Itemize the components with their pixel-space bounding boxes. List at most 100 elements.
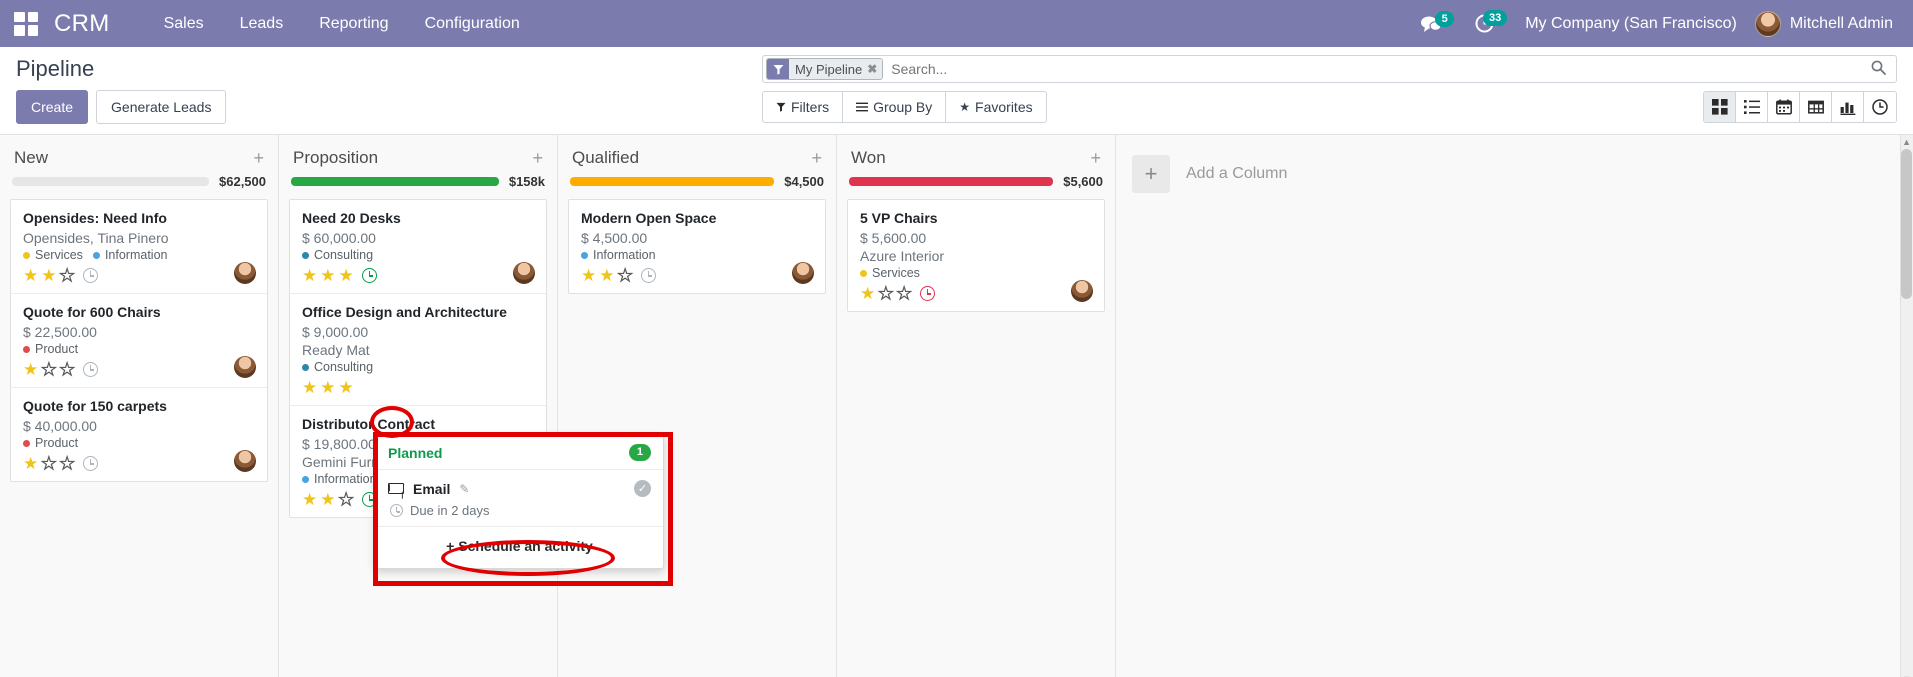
progress-bar[interactable]	[570, 177, 775, 186]
kanban-card[interactable]: Office Design and Architecture $ 9,000.0…	[290, 294, 546, 406]
avatar[interactable]	[792, 262, 814, 284]
star-icon[interactable]: ★	[302, 379, 317, 396]
star-icon[interactable]: ★	[41, 267, 56, 284]
vertical-scrollbar[interactable]: ▲ ▼	[1900, 135, 1913, 677]
generate-leads-button[interactable]: Generate Leads	[96, 90, 227, 124]
graph-view-icon[interactable]	[1832, 92, 1864, 122]
activity-clock-icon[interactable]	[82, 268, 98, 283]
search-icon[interactable]	[1861, 60, 1896, 79]
card-tags: Services	[860, 266, 1092, 280]
column-progress: $4,500	[568, 174, 826, 199]
apps-grid-icon[interactable]	[14, 11, 38, 36]
card-tag: Information	[302, 472, 377, 486]
card-footer: ★ ★ ★	[302, 379, 534, 396]
add-column-zone[interactable]: + Add a Column	[1116, 135, 1287, 193]
activity-clock-icon[interactable]	[361, 268, 377, 283]
control-panel: Pipeline Create Generate Leads My Pipeli…	[0, 47, 1913, 135]
pencil-icon[interactable]: ✎	[459, 482, 469, 496]
column-title: Qualified	[572, 148, 640, 167]
activity-view-icon[interactable]	[1864, 92, 1896, 122]
star-icon[interactable]: ★	[878, 284, 894, 302]
calendar-view-icon[interactable]	[1768, 92, 1800, 122]
star-icon[interactable]: ★	[339, 379, 354, 396]
app-brand-crm[interactable]: CRM	[54, 10, 110, 38]
add-record-icon[interactable]: +	[532, 149, 543, 167]
scrollbar-thumb[interactable]	[1901, 149, 1912, 299]
popover-footer: + Schedule an activity	[376, 527, 663, 568]
pivot-view-icon[interactable]	[1800, 92, 1832, 122]
star-icon[interactable]: ★	[338, 490, 354, 508]
activity-clock-icon[interactable]	[640, 268, 656, 283]
kanban-card[interactable]: Need 20 Desks $ 60,000.00 Consulting ★ ★…	[290, 200, 546, 294]
add-column-icon[interactable]: +	[1132, 155, 1170, 193]
menu-item-configuration[interactable]: Configuration	[407, 9, 538, 39]
kanban-view-icon[interactable]	[1704, 92, 1736, 122]
messages-button[interactable]: 5	[1404, 10, 1458, 34]
search-bar[interactable]: My Pipeline ✖	[762, 55, 1897, 83]
star-icon[interactable]: ★	[320, 491, 335, 508]
star-icon[interactable]: ★	[302, 267, 317, 284]
activities-button[interactable]: 33	[1458, 10, 1511, 34]
star-icon[interactable]: ★	[41, 360, 57, 378]
kanban-card[interactable]: Quote for 600 Chairs $ 22,500.00 Product…	[11, 294, 267, 388]
add-record-icon[interactable]: +	[1090, 149, 1101, 167]
create-button[interactable]: Create	[16, 90, 89, 124]
search-input[interactable]	[883, 56, 1861, 82]
star-icon[interactable]: ★	[896, 284, 912, 302]
avatar[interactable]	[513, 262, 535, 284]
activity-clock-icon[interactable]	[82, 456, 98, 471]
avatar[interactable]	[234, 262, 256, 284]
kanban-card[interactable]: Quote for 150 carpets $ 40,000.00 Produc…	[11, 388, 267, 481]
star-icon[interactable]: ★	[59, 454, 75, 472]
facet-remove-icon[interactable]: ✖	[867, 62, 877, 76]
filters-dropdown[interactable]: Filters	[763, 92, 844, 122]
check-circle-icon[interactable]: ✓	[634, 480, 651, 497]
avatar[interactable]	[234, 356, 256, 378]
schedule-activity-label: Schedule an activity	[458, 538, 593, 554]
top-navbar: CRM Sales Leads Reporting Configuration …	[0, 0, 1913, 47]
menu-item-leads[interactable]: Leads	[222, 9, 302, 39]
avatar[interactable]	[234, 450, 256, 472]
star-icon[interactable]: ★	[599, 267, 614, 284]
scroll-up-arrow[interactable]: ▲	[1902, 137, 1911, 147]
card-footer: ★ ★ ★	[23, 356, 256, 379]
kanban-card[interactable]: Modern Open Space $ 4,500.00 Information…	[569, 200, 825, 293]
star-icon[interactable]: ★	[23, 455, 38, 472]
schedule-activity-button[interactable]: + Schedule an activity	[446, 538, 593, 554]
star-icon[interactable]: ★	[59, 360, 75, 378]
progress-bar[interactable]	[12, 177, 209, 186]
activity-popover[interactable]: Planned 1 Email ✎ ✓ Due in 2 days + Sche…	[375, 434, 664, 569]
add-record-icon[interactable]: +	[253, 149, 264, 167]
star-icon[interactable]: ★	[581, 267, 596, 284]
column-progress: $5,600	[847, 174, 1105, 199]
company-switcher[interactable]: My Company (San Francisco)	[1511, 15, 1755, 33]
kanban-card[interactable]: Opensides: Need Info Opensides, Tina Pin…	[11, 200, 267, 294]
list-view-icon[interactable]	[1736, 92, 1768, 122]
progress-bar[interactable]	[849, 177, 1054, 186]
star-icon[interactable]: ★	[617, 266, 633, 284]
card-title: Quote for 600 Chairs	[23, 304, 161, 320]
star-icon[interactable]: ★	[23, 361, 38, 378]
progress-bar[interactable]	[291, 177, 499, 186]
avatar[interactable]	[1071, 280, 1093, 302]
clock-icon	[390, 504, 403, 517]
star-icon[interactable]: ★	[41, 454, 57, 472]
star-icon[interactable]: ★	[302, 491, 317, 508]
card-tags: Services Information	[23, 248, 255, 262]
star-icon[interactable]: ★	[320, 267, 335, 284]
search-facet-my-pipeline[interactable]: My Pipeline ✖	[766, 58, 884, 80]
menu-item-sales[interactable]: Sales	[146, 9, 222, 39]
user-menu[interactable]: Mitchell Admin	[1754, 10, 1899, 37]
star-icon[interactable]: ★	[860, 285, 875, 302]
group-by-dropdown[interactable]: Group By	[843, 92, 947, 122]
star-icon[interactable]: ★	[23, 267, 38, 284]
activity-clock-icon[interactable]	[919, 286, 935, 301]
star-icon[interactable]: ★	[339, 267, 354, 284]
activity-clock-icon[interactable]	[82, 362, 98, 377]
favorites-dropdown[interactable]: ★ Favorites	[946, 92, 1045, 122]
star-icon[interactable]: ★	[59, 266, 75, 284]
add-record-icon[interactable]: +	[811, 149, 822, 167]
star-icon[interactable]: ★	[320, 379, 335, 396]
kanban-card[interactable]: 5 VP Chairs $ 5,600.00 Azure Interior Se…	[848, 200, 1104, 311]
menu-item-reporting[interactable]: Reporting	[301, 9, 406, 39]
